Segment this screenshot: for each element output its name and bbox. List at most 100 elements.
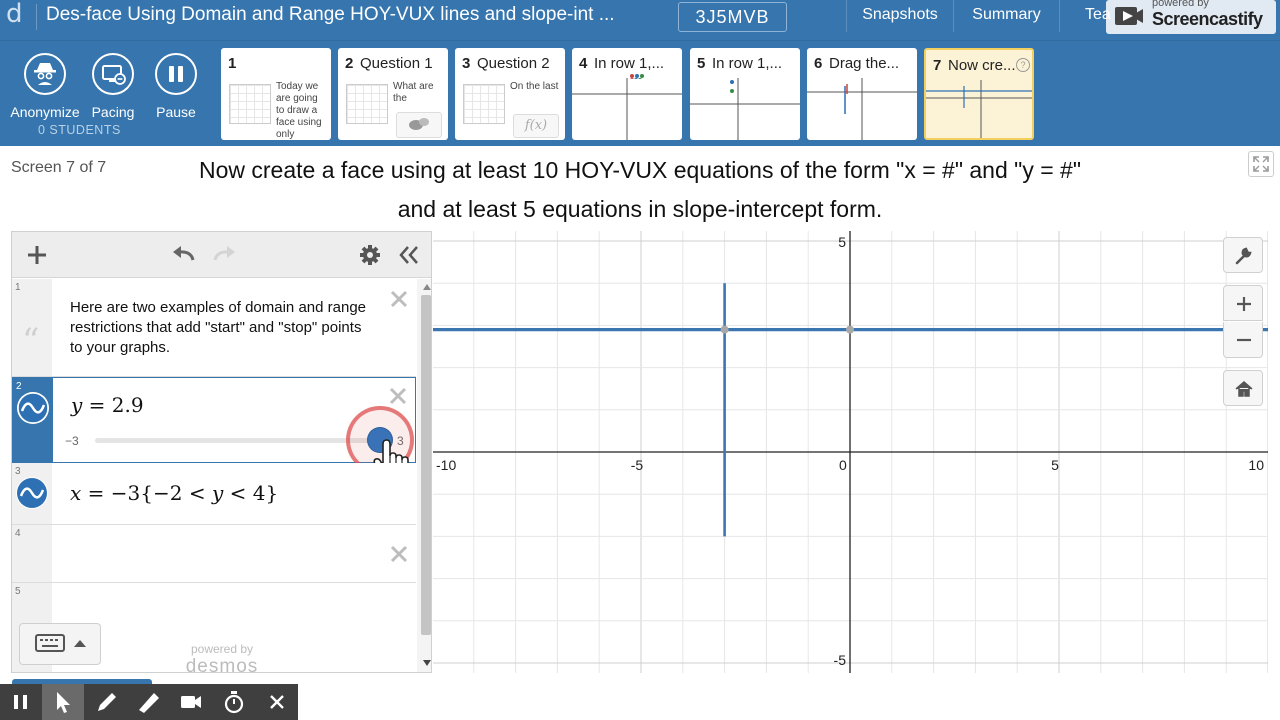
- screen-thumbnail-1[interactable]: 1 Today we are going to draw a face usin…: [221, 48, 331, 140]
- delete-icon[interactable]: [389, 544, 409, 564]
- screen-description: On the last: [510, 81, 559, 92]
- undo-button[interactable]: [169, 240, 199, 270]
- desmos-logo[interactable]: d: [6, 0, 32, 32]
- pointer-tool-button[interactable]: [42, 684, 84, 720]
- math-variable: x: [70, 481, 82, 505]
- activity-title[interactable]: Des-face Using Domain and Range HOY-VUX …: [46, 4, 668, 26]
- pacing-button[interactable]: Pacing: [78, 53, 148, 120]
- collapse-list-button[interactable]: [394, 240, 424, 270]
- graph-settings-button[interactable]: [1223, 237, 1263, 273]
- zoom-in-button[interactable]: [1223, 285, 1263, 321]
- pause-icon: [14, 695, 27, 709]
- timer-button[interactable]: [213, 684, 255, 720]
- recording-pause-button[interactable]: [0, 684, 42, 720]
- expression-row-empty[interactable]: 4: [12, 525, 416, 583]
- x-tick-label: 10: [1248, 457, 1264, 473]
- top-bar: d Des-face Using Domain and Range HOY-VU…: [0, 0, 1280, 40]
- scroll-up-icon[interactable]: [419, 281, 432, 293]
- delete-icon[interactable]: [389, 289, 409, 309]
- row-number: 1: [15, 282, 21, 293]
- delete-icon[interactable]: [388, 386, 408, 406]
- screen-thumbnail-7[interactable]: 7 Now cre... ?: [924, 48, 1034, 140]
- expression-row-active[interactable]: 2 y = 2.9 −3 3: [12, 377, 416, 483]
- anonymize-button[interactable]: Anonymize: [10, 53, 80, 120]
- pacing-icon: [92, 53, 134, 95]
- graph-line-icon[interactable]: [17, 392, 49, 424]
- screen-number: 2: [345, 55, 354, 72]
- expression-scrollbar[interactable]: [417, 279, 432, 672]
- screen-thumbnail-3[interactable]: 3 Question 2 On the last f(x): [455, 48, 565, 140]
- thumbnail-graph: [926, 80, 1032, 138]
- thumbnail-graph: [572, 78, 682, 140]
- settings-button[interactable]: [355, 240, 385, 270]
- chat-bubble-icon: [396, 112, 442, 138]
- zoom-out-button[interactable]: [1223, 322, 1263, 358]
- screen-number: 7: [933, 57, 942, 74]
- screen-title: Question 2: [477, 55, 550, 72]
- graph-line-icon[interactable]: [16, 477, 48, 509]
- screen-title: Now cre...: [948, 57, 1016, 74]
- expression-row-note[interactable]: 1 “ Here are two examples of domain and …: [12, 279, 416, 377]
- expand-button[interactable]: [1248, 151, 1274, 177]
- tab-snapshots[interactable]: Snapshots: [846, 0, 953, 32]
- thumbnail-graph: [807, 78, 917, 140]
- scroll-down-icon[interactable]: [419, 657, 432, 669]
- row-number: 2: [16, 381, 22, 392]
- gear-icon: [360, 245, 380, 265]
- class-code[interactable]: 3J5MVB: [678, 2, 787, 32]
- divider: [36, 4, 37, 30]
- desmos-brand: desmos: [185, 656, 259, 673]
- screen-counter: Screen 7 of 7: [11, 159, 107, 176]
- note-text[interactable]: Here are two examples of domain and rang…: [70, 298, 370, 358]
- pencil-icon: [98, 693, 116, 711]
- slider-min[interactable]: −3: [65, 434, 79, 448]
- slider-track[interactable]: [95, 438, 380, 443]
- spy-icon: [24, 53, 66, 95]
- highlighter-tool-button[interactable]: [128, 684, 170, 720]
- screen-thumbnail-5[interactable]: 5 In row 1,...: [690, 48, 800, 140]
- expression-row[interactable]: 3 x = −3{−2 < y < 4}: [12, 463, 416, 525]
- plus-icon: [1237, 297, 1251, 311]
- screen-number: 1: [228, 55, 237, 72]
- default-viewport-button[interactable]: [1223, 370, 1263, 406]
- webcam-button[interactable]: [170, 684, 212, 720]
- expression-math[interactable]: y = 2.9: [71, 393, 144, 417]
- cursor-arrow-icon: [57, 692, 70, 713]
- x-tick-label: -5: [631, 457, 644, 473]
- watermark-caption: powered by: [1152, 0, 1209, 9]
- pen-tool-button[interactable]: [85, 684, 127, 720]
- student-count: 0 STUDENTS: [38, 123, 121, 137]
- row-gutter: 2: [13, 378, 53, 462]
- graph-canvas[interactable]: -10 -5 0 5 10 5 -5: [433, 231, 1268, 673]
- expression-math[interactable]: x = −3{−2 < y < 4}: [70, 481, 278, 505]
- redo-button[interactable]: [209, 240, 239, 270]
- x-tick-label: -10: [436, 457, 456, 473]
- row-gutter: 4: [12, 525, 52, 582]
- teacher-dashboard: d Des-face Using Domain and Range HOY-VU…: [0, 0, 1280, 720]
- x-tick-label: 5: [1051, 457, 1059, 473]
- restriction-close: < 4}: [223, 481, 279, 505]
- keyboard-icon: [35, 634, 86, 652]
- info-icon: ?: [1016, 58, 1030, 72]
- recording-toolbar: [0, 684, 298, 720]
- wrench-icon: [1235, 247, 1252, 265]
- expression-list-panel: 1 “ Here are two examples of domain and …: [11, 231, 432, 673]
- screen-thumbnail-4[interactable]: 4 In row 1,...: [572, 48, 682, 140]
- add-expression-button[interactable]: [22, 240, 52, 270]
- video-camera-icon: [181, 696, 201, 708]
- thumbnail-graph: [690, 78, 800, 140]
- screen-thumbnail-6[interactable]: 6 Drag the...: [807, 48, 917, 140]
- pause-button[interactable]: Pause: [141, 53, 211, 120]
- screen-number: 6: [814, 55, 823, 72]
- scrollbar-thumb[interactable]: [421, 295, 431, 635]
- colored-points: [630, 74, 650, 80]
- math-value: = 2.9: [82, 393, 144, 417]
- function-badge: f(x): [513, 114, 559, 138]
- graph-paper[interactable]: -10 -5 0 5 10 5 -5: [433, 231, 1268, 673]
- keypad-toggle-button[interactable]: [19, 623, 101, 665]
- screen-thumbnail-2[interactable]: 2 Question 1 What are the: [338, 48, 448, 140]
- powered-by-desmos: powered by desmos: [172, 642, 272, 673]
- close-toolbar-button[interactable]: [256, 684, 298, 720]
- tab-summary[interactable]: Summary: [953, 0, 1059, 32]
- screencastify-watermark: powered by Screencastify: [1106, 0, 1276, 34]
